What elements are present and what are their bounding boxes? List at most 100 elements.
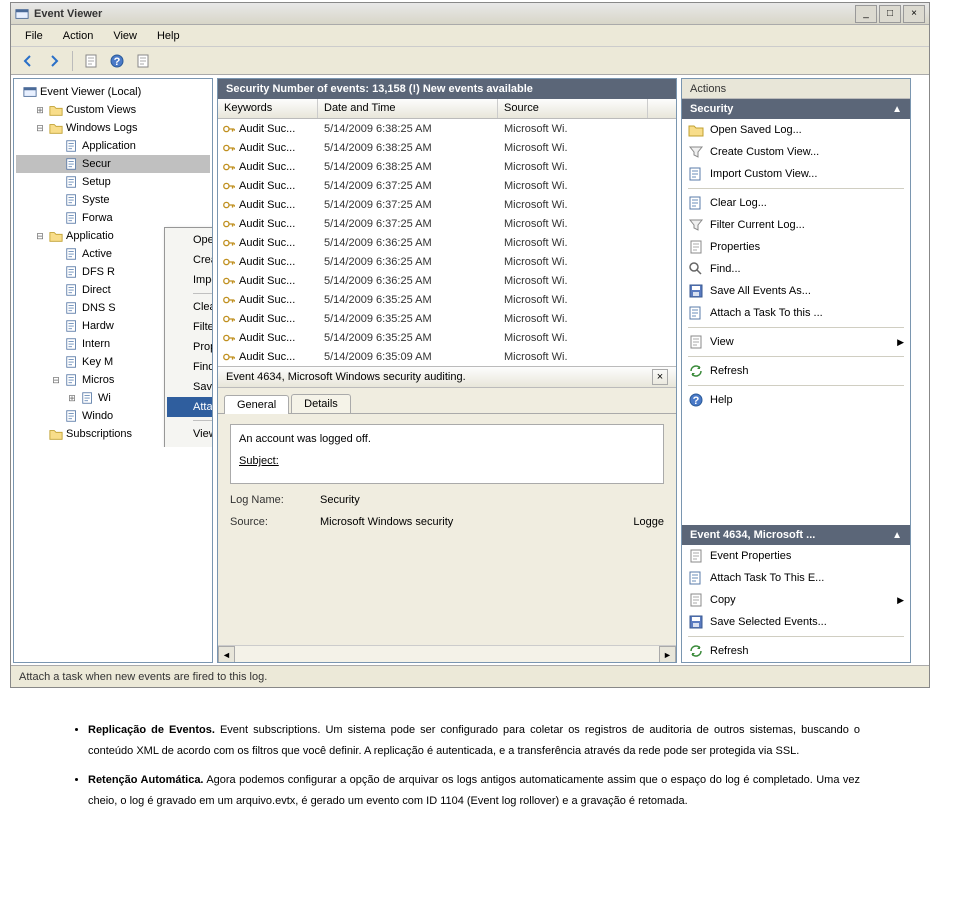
view-icon — [688, 334, 704, 350]
context-menu-item[interactable]: View — [167, 424, 212, 444]
find-icon — [688, 261, 704, 277]
key-icon — [222, 350, 236, 364]
toolbar-btn-2[interactable] — [106, 50, 128, 72]
action-item[interactable]: Attach a Task To this ... — [682, 302, 910, 324]
action-item[interactable]: Help — [682, 389, 910, 411]
events-header: Security Number of events: 13,158 (!) Ne… — [218, 79, 676, 99]
action-item[interactable]: Clear Log... — [682, 192, 910, 214]
event-row[interactable]: Audit Suc...5/14/2009 6:35:25 AMMicrosof… — [218, 328, 676, 347]
expander-icon[interactable]: ⊟ — [34, 231, 46, 242]
tree-root[interactable]: Event Viewer (Local) — [16, 83, 210, 101]
expander-icon[interactable]: ⊞ — [66, 393, 78, 404]
expander-icon[interactable]: ⊞ — [34, 105, 46, 116]
expander-icon[interactable]: ⊟ — [50, 375, 62, 386]
menu-action[interactable]: Action — [55, 28, 102, 44]
key-icon — [222, 217, 236, 231]
prop-icon — [688, 239, 704, 255]
event-row[interactable]: Audit Suc...5/14/2009 6:37:25 AMMicrosof… — [218, 176, 676, 195]
context-menu-item[interactable]: Create Custom View... — [167, 250, 212, 270]
action-item[interactable]: Create Custom View... — [682, 141, 910, 163]
key-icon — [222, 312, 236, 326]
tree-node-icon — [65, 301, 79, 315]
detail-body: An account was logged off. Subject: Log … — [218, 414, 676, 645]
menu-file[interactable]: File — [17, 28, 51, 44]
tree-item[interactable]: Setup — [16, 173, 210, 191]
key-icon — [222, 122, 236, 136]
tree-item[interactable]: Secur — [16, 155, 210, 173]
tree-item[interactable]: Forwa — [16, 209, 210, 227]
event-row[interactable]: Audit Suc...5/14/2009 6:37:25 AMMicrosof… — [218, 195, 676, 214]
titlebar: Event Viewer _ □ × — [11, 3, 929, 25]
action-item[interactable]: Import Custom View... — [682, 163, 910, 185]
tree-node-icon — [49, 103, 63, 117]
context-menu-item[interactable]: Filter Current Log... — [167, 317, 212, 337]
key-icon — [222, 179, 236, 193]
action-item[interactable]: Save Selected Events... — [682, 611, 910, 633]
event-row[interactable]: Audit Suc...5/14/2009 6:36:25 AMMicrosof… — [218, 233, 676, 252]
save-icon — [688, 614, 704, 630]
tab-general[interactable]: General — [224, 395, 289, 414]
maximize-button[interactable]: □ — [879, 5, 901, 23]
context-menu-item[interactable]: Properties — [167, 337, 212, 357]
tree-item[interactable]: Application — [16, 137, 210, 155]
action-item[interactable]: Event Properties — [682, 545, 910, 567]
event-row[interactable]: Audit Suc...5/14/2009 6:35:25 AMMicrosof… — [218, 290, 676, 309]
event-row[interactable]: Audit Suc...5/14/2009 6:37:25 AMMicrosof… — [218, 214, 676, 233]
context-menu-item[interactable]: Find... — [167, 357, 212, 377]
action-item[interactable]: Open Saved Log... — [682, 119, 910, 141]
action-item[interactable]: Refresh — [682, 360, 910, 382]
forward-button[interactable] — [43, 50, 65, 72]
action-item[interactable]: Properties — [682, 236, 910, 258]
menubar: File Action View Help — [11, 25, 929, 47]
event-row[interactable]: Audit Suc...5/14/2009 6:35:09 AMMicrosof… — [218, 347, 676, 366]
action-item[interactable]: Save All Events As... — [682, 280, 910, 302]
horizontal-scrollbar[interactable]: ◄► — [218, 645, 676, 662]
tree-item[interactable]: ⊞Custom Views — [16, 101, 210, 119]
context-menu-item[interactable]: Attach a Task To this Log... — [167, 397, 212, 417]
caret-icon[interactable]: ▲ — [892, 530, 902, 541]
toolbar-btn-3[interactable] — [132, 50, 154, 72]
tree-node-icon — [65, 157, 79, 171]
tree-node-icon — [65, 337, 79, 351]
action-item[interactable]: Refresh — [682, 640, 910, 662]
event-message: An account was logged off. Subject: — [230, 424, 664, 484]
toolbar-btn-1[interactable] — [80, 50, 102, 72]
event-row[interactable]: Audit Suc...5/14/2009 6:36:25 AMMicrosof… — [218, 271, 676, 290]
event-row[interactable]: Audit Suc...5/14/2009 6:38:25 AMMicrosof… — [218, 138, 676, 157]
menu-view[interactable]: View — [105, 28, 145, 44]
tree-item[interactable]: Syste — [16, 191, 210, 209]
tree-node-icon — [65, 283, 79, 297]
event-row[interactable]: Audit Suc...5/14/2009 6:38:25 AMMicrosof… — [218, 119, 676, 138]
toolbar — [11, 47, 929, 75]
key-icon — [222, 293, 236, 307]
col-keywords[interactable]: Keywords — [218, 99, 318, 118]
menu-help[interactable]: Help — [149, 28, 188, 44]
expander-icon[interactable]: ⊟ — [34, 123, 46, 134]
col-source[interactable]: Source — [498, 99, 648, 118]
caret-icon[interactable]: ▲ — [892, 104, 902, 115]
action-item[interactable]: Filter Current Log... — [682, 214, 910, 236]
action-item[interactable]: Find... — [682, 258, 910, 280]
context-menu-item[interactable]: Import Custom View... — [167, 270, 212, 290]
tree-node-icon — [65, 193, 79, 207]
import-icon — [688, 166, 704, 182]
action-item[interactable]: Copy▶ — [682, 589, 910, 611]
close-button[interactable]: × — [903, 5, 925, 23]
context-menu-item[interactable]: Save All Events As... — [167, 377, 212, 397]
tree-node-icon — [65, 355, 79, 369]
window-title: Event Viewer — [34, 8, 855, 20]
tab-details[interactable]: Details — [291, 394, 351, 413]
context-menu-item[interactable]: Open Saved Log... — [167, 230, 212, 250]
context-menu-item[interactable]: Clear Log... — [167, 297, 212, 317]
event-row[interactable]: Audit Suc...5/14/2009 6:38:25 AMMicrosof… — [218, 157, 676, 176]
back-button[interactable] — [17, 50, 39, 72]
action-item[interactable]: View▶ — [682, 331, 910, 353]
event-row[interactable]: Audit Suc...5/14/2009 6:36:25 AMMicrosof… — [218, 252, 676, 271]
col-datetime[interactable]: Date and Time — [318, 99, 498, 118]
action-item[interactable]: Attach Task To This E... — [682, 567, 910, 589]
minimize-button[interactable]: _ — [855, 5, 877, 23]
event-row[interactable]: Audit Suc...5/14/2009 6:35:25 AMMicrosof… — [218, 309, 676, 328]
tree-item[interactable]: ⊟Windows Logs — [16, 119, 210, 137]
detail-close-button[interactable]: × — [652, 369, 668, 385]
tree-node-icon — [65, 211, 79, 225]
